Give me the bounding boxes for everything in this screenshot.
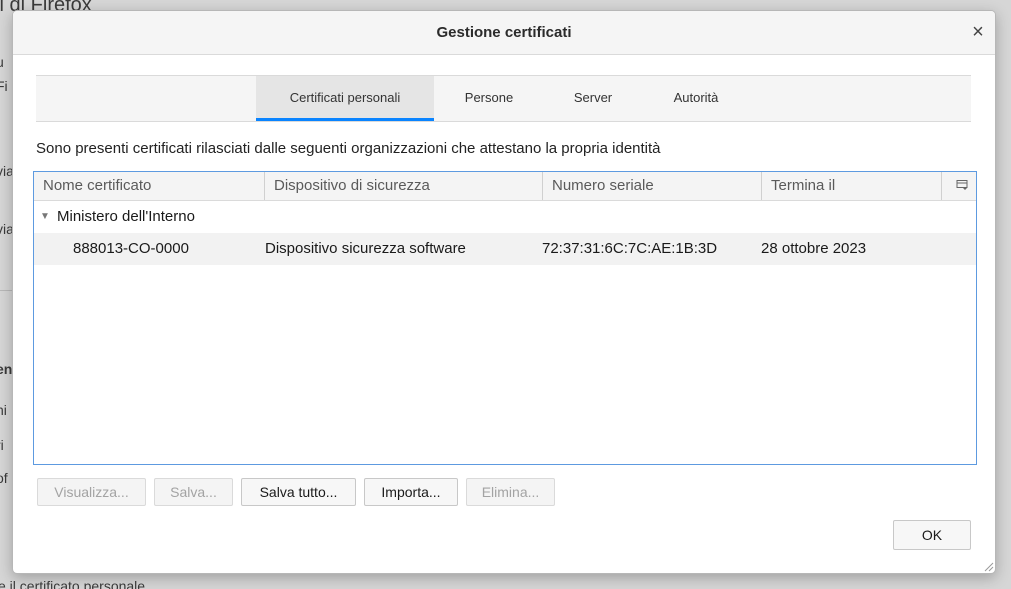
expand-triangle-icon[interactable]: ▼ <box>40 201 50 233</box>
tab-bar: Certificati personali Persone Server Aut… <box>36 75 971 122</box>
tab-servers[interactable]: Server <box>556 76 630 121</box>
tree-header: Nome certificato Dispositivo di sicurezz… <box>34 172 976 201</box>
save-all-button[interactable]: Salva tutto... <box>241 478 356 506</box>
view-button[interactable]: Visualizza... <box>37 478 146 506</box>
close-icon: × <box>972 21 984 43</box>
tab-authorities[interactable]: Autorità <box>658 76 734 121</box>
column-header-certificate-name[interactable]: Nome certificato <box>34 172 264 200</box>
ok-button[interactable]: OK <box>893 520 971 550</box>
background-text: Fi <box>0 78 8 94</box>
column-header-security-device[interactable]: Dispositivo di sicurezza <box>264 172 542 200</box>
save-button[interactable]: Salva... <box>154 478 233 506</box>
column-picker-icon <box>956 180 968 190</box>
resize-grip-icon[interactable] <box>982 560 994 572</box>
certificate-serial: 72:37:31:6C:7C:AE:1B:3D <box>542 240 718 257</box>
certificate-expires: 28 ottobre 2023 <box>761 240 867 257</box>
column-header-serial-number[interactable]: Numero seriale <box>542 172 761 200</box>
group-name: Ministero dell'Interno <box>57 208 195 225</box>
certificate-row[interactable]: 888013-CO-0000 Dispositivo sicurezza sof… <box>34 233 976 265</box>
close-button[interactable]: × <box>967 21 989 43</box>
background-text: en <box>0 361 13 377</box>
tree-group-row[interactable]: ▼ Ministero dell'Interno <box>34 201 976 233</box>
tab-people[interactable]: Persone <box>444 76 534 121</box>
certificate-manager-dialog: Gestione certificati × Certificati perso… <box>12 10 996 574</box>
dialog-title: Gestione certificati <box>436 24 572 41</box>
certificate-device: Dispositivo sicurezza software <box>265 240 466 257</box>
background-divider <box>0 290 12 291</box>
import-button[interactable]: Importa... <box>364 478 458 506</box>
dialog-header: Gestione certificati × <box>13 11 995 55</box>
delete-button[interactable]: Elimina... <box>466 478 555 506</box>
intro-text: Sono presenti certificati rilasciati dal… <box>36 140 661 157</box>
column-picker[interactable] <box>941 172 976 200</box>
tab-personal-certificates[interactable]: Certificati personali <box>256 76 434 121</box>
certificate-tree[interactable]: Nome certificato Dispositivo di sicurezz… <box>33 171 977 465</box>
background-text: u <box>0 54 4 70</box>
background-text: ri <box>0 437 4 453</box>
background-text: e il certificato personale <box>0 578 146 589</box>
background-text: of <box>0 470 8 486</box>
certificate-name: 888013-CO-0000 <box>73 240 189 257</box>
background-text: hi <box>0 402 7 418</box>
column-header-expires[interactable]: Termina il <box>761 172 941 200</box>
